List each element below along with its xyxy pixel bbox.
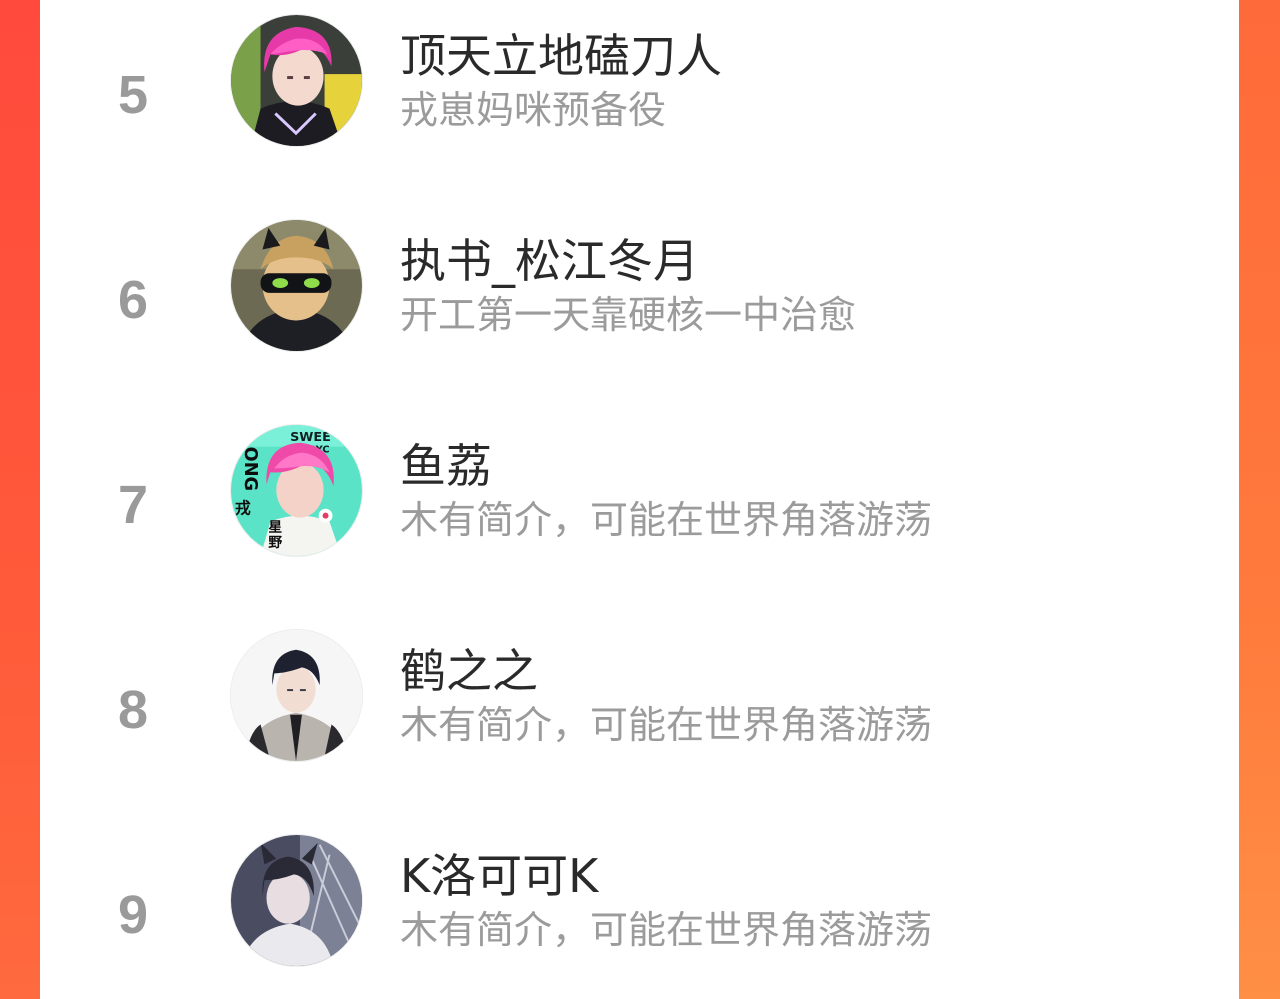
rank-number: 8 bbox=[117, 680, 149, 740]
user-bio: 木有简介，可能在世界角落游荡 bbox=[400, 908, 933, 952]
user-bio: 木有简介，可能在世界角落游荡 bbox=[400, 498, 933, 542]
background-gradient-left bbox=[0, 0, 40, 999]
pink-hair-poster-avatar-icon[interactable]: SWEE SSYC ONG 戎 星 野 bbox=[230, 424, 363, 557]
user-name[interactable]: 鹤之之 bbox=[400, 645, 538, 697]
dark-fantasy-character-avatar-icon[interactable] bbox=[230, 834, 363, 967]
user-bio: 戎崽妈咪预备役 bbox=[400, 88, 667, 132]
ranking-list-card: 5 顶天立地磕刀人 戎崽妈咪预备役 6 执书_松江冬月 开工第一天靠硬核一中治愈… bbox=[40, 0, 1239, 999]
user-name[interactable]: 鱼荔 bbox=[400, 440, 492, 492]
rank-number: 5 bbox=[117, 65, 149, 125]
rank-number: 9 bbox=[117, 885, 149, 945]
suited-boy-avatar-icon[interactable] bbox=[230, 629, 363, 762]
poster-text: 星 bbox=[268, 519, 282, 535]
ranking-row[interactable]: 6 执书_松江冬月 开工第一天靠硬核一中治愈 bbox=[40, 215, 1239, 365]
poster-text: 戎 bbox=[235, 499, 251, 518]
poster-text: ONG bbox=[240, 447, 260, 491]
background-gradient-right bbox=[1239, 0, 1280, 999]
user-bio: 开工第一天靠硬核一中治愈 bbox=[400, 293, 857, 337]
user-name[interactable]: 执书_松江冬月 bbox=[400, 235, 699, 287]
user-name[interactable]: 顶天立地磕刀人 bbox=[400, 30, 722, 82]
ranking-row[interactable]: 9 K洛可可K 木有简介，可能在世界角落游荡 bbox=[40, 830, 1239, 980]
ranking-row[interactable]: 5 顶天立地磕刀人 戎崽妈咪预备役 bbox=[40, 10, 1239, 160]
ranking-row[interactable]: 7 SWEE SSYC ONG 戎 星 野 鱼荔 木有简介，可能在世界角落游荡 bbox=[40, 420, 1239, 570]
rank-number: 6 bbox=[117, 270, 149, 330]
rank-number: 7 bbox=[117, 475, 149, 535]
poster-text: SWEE bbox=[290, 430, 331, 445]
user-name[interactable]: K洛可可K bbox=[400, 850, 598, 902]
poster-text: 野 bbox=[268, 535, 282, 551]
masked-cat-hero-avatar-icon[interactable] bbox=[230, 219, 363, 352]
user-bio: 木有简介，可能在世界角落游荡 bbox=[400, 703, 933, 747]
ranking-row[interactable]: 8 鹤之之 木有简介，可能在世界角落游荡 bbox=[40, 625, 1239, 775]
pink-hair-character-avatar-icon[interactable] bbox=[230, 14, 363, 147]
